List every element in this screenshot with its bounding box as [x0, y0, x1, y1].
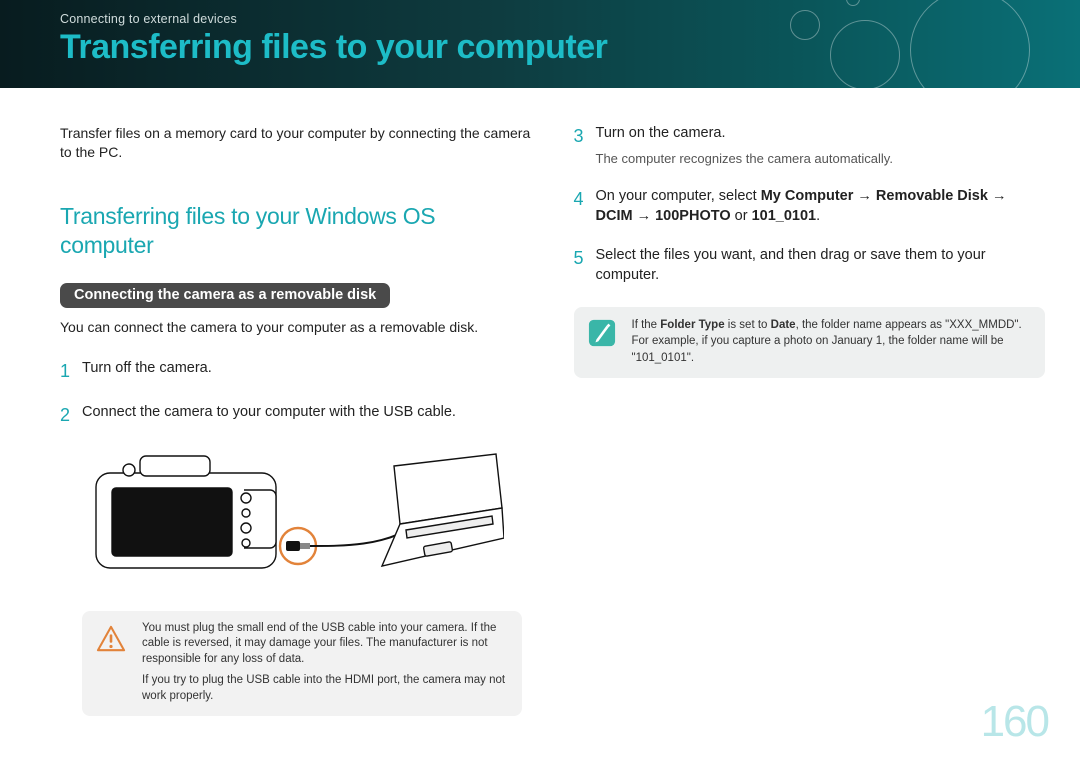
step-text: Select the files you want, and then drag…	[596, 246, 1046, 285]
usb-connection-illustration	[84, 448, 504, 588]
section-heading: Transferring files to your Windows OS co…	[60, 202, 532, 260]
step-text: On your computer, select My Computer → R…	[596, 187, 1046, 226]
figure-camera-usb-laptop	[84, 448, 532, 593]
step-text: Turn on the camera.	[596, 125, 726, 141]
step-number: 4	[574, 187, 596, 226]
subsection-pill: Connecting the camera as a removable dis…	[60, 283, 390, 308]
step-number: 5	[574, 246, 596, 285]
subsection-desc: You can connect the camera to your compu…	[60, 318, 532, 337]
step-4: 4 On your computer, select My Computer →…	[574, 187, 1046, 226]
decorative-bubbles	[750, 0, 1050, 120]
step-text: Turn off the camera.	[82, 359, 532, 383]
step-2: 2 Connect the camera to your computer wi…	[60, 403, 532, 427]
note-pen-icon	[588, 319, 616, 352]
caution-text-2: If you try to plug the USB cable into th…	[142, 673, 508, 704]
step-number: 1	[60, 359, 82, 383]
header-band: Connecting to external devices Transferr…	[0, 0, 1080, 88]
step-number: 3	[574, 124, 596, 167]
step-1: 1 Turn off the camera.	[60, 359, 532, 383]
note-text: If the Folder Type is set to Date, the f…	[632, 317, 1032, 365]
caution-box: You must plug the small end of the USB c…	[82, 611, 522, 717]
warning-icon	[96, 625, 126, 658]
right-column: 3 Turn on the camera. The computer recog…	[574, 124, 1046, 716]
intro-text: Transfer files on a memory card to your …	[60, 124, 532, 162]
page-number: 160	[981, 697, 1048, 747]
step-text: Connect the camera to your computer with…	[82, 403, 532, 427]
step-note: The computer recognizes the camera autom…	[596, 150, 1046, 168]
step-5: 5 Select the files you want, and then dr…	[574, 246, 1046, 285]
note-box: If the Folder Type is set to Date, the f…	[574, 307, 1046, 377]
step-3: 3 Turn on the camera. The computer recog…	[574, 124, 1046, 167]
left-column: Transfer files on a memory card to your …	[60, 124, 532, 716]
caution-text-1: You must plug the small end of the USB c…	[142, 621, 508, 668]
step-number: 2	[60, 403, 82, 427]
